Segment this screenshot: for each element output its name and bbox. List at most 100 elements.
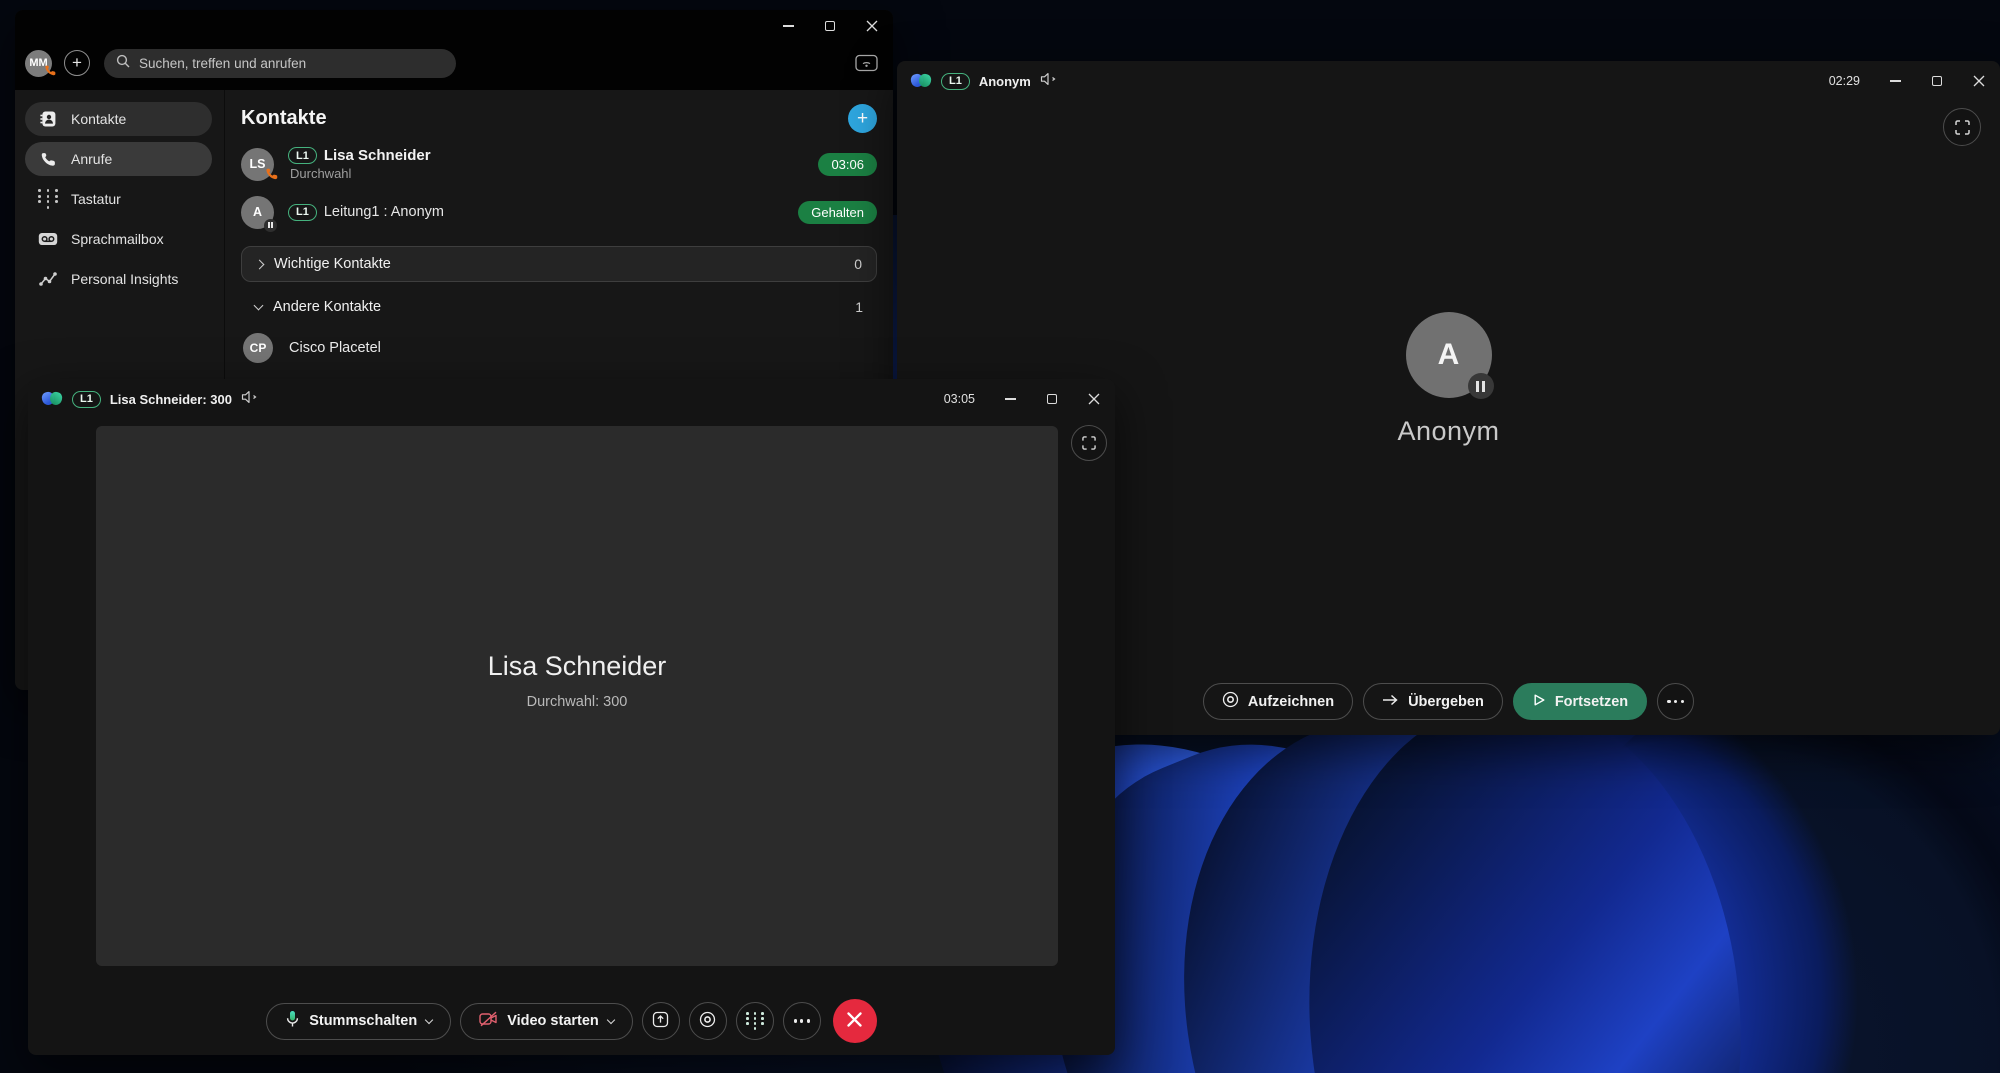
on-call-phone-icon xyxy=(265,167,279,184)
speaker-icon[interactable] xyxy=(1040,72,1059,91)
microphone-icon xyxy=(285,1010,300,1032)
group-wichtige-kontakte[interactable]: Wichtige Kontakte 0 xyxy=(241,246,877,282)
call-window-lisa-schneider: L1 Lisa Schneider: 300 03:05 Lisa Schnei… xyxy=(28,379,1115,1055)
avatar-initial: A xyxy=(1437,338,1460,371)
line-badge: L1 xyxy=(72,390,101,408)
sidebar-item-anrufe[interactable]: Anrufe xyxy=(25,142,212,176)
phone-icon xyxy=(38,151,58,168)
more-options-button[interactable] xyxy=(1657,683,1695,720)
record-button[interactable] xyxy=(688,1002,727,1040)
minimize-button[interactable] xyxy=(1874,65,1916,97)
app-header: MM + xyxy=(15,42,893,84)
minimize-button[interactable] xyxy=(767,10,809,42)
close-button[interactable] xyxy=(851,10,893,42)
sidebar-item-sprachmailbox[interactable]: Sprachmailbox xyxy=(25,222,212,256)
group-count: 1 xyxy=(855,299,863,315)
avatar: LS xyxy=(241,147,278,181)
maximize-button[interactable] xyxy=(809,10,851,42)
call-row-lisa-schneider[interactable]: LS L1 Lisa Schneider Durchwahl 03:06 xyxy=(241,138,877,190)
start-video-button[interactable]: Video starten xyxy=(460,1002,633,1040)
expand-view-button[interactable] xyxy=(1943,108,1981,146)
call-titlebar: L1 Lisa Schneider: 300 03:05 xyxy=(28,379,1115,419)
call-held-badge: Gehalten xyxy=(798,200,877,224)
transfer-button[interactable]: Übergeben xyxy=(1363,683,1503,720)
sidebar-label: Kontakte xyxy=(71,111,127,127)
contact-row-cisco-placetel[interactable]: CP Cisco Placetel xyxy=(241,326,877,370)
close-button[interactable] xyxy=(1073,383,1115,415)
resume-button[interactable]: Fortsetzen xyxy=(1512,683,1648,720)
close-button[interactable] xyxy=(1958,65,2000,97)
play-icon xyxy=(1532,693,1546,711)
chevron-right-icon xyxy=(254,259,265,269)
sidebar-label: Personal Insights xyxy=(71,271,179,287)
record-label: Aufzeichnen xyxy=(1247,693,1335,710)
avatar[interactable]: MM xyxy=(25,49,56,77)
speaker-icon[interactable] xyxy=(241,390,260,409)
mute-button[interactable]: Stummschalten xyxy=(266,1002,452,1040)
sidebar-item-tastatur[interactable]: Tastatur xyxy=(25,182,212,216)
window-title: Anonym xyxy=(978,73,1031,89)
page-title: Kontakte xyxy=(241,106,327,129)
keypad-icon xyxy=(745,1011,765,1031)
connect-to-device-button[interactable] xyxy=(855,54,878,72)
call-info: L1 Leitung1 : Anonym xyxy=(288,203,444,221)
more-options-button[interactable] xyxy=(782,1002,821,1040)
titlebar-left: L1 Anonym xyxy=(909,72,1059,91)
record-button[interactable]: Aufzeichnen xyxy=(1202,683,1354,720)
avatar-initials: CP xyxy=(249,341,267,355)
call-info: L1 Lisa Schneider Durchwahl xyxy=(288,147,431,181)
transfer-label: Übergeben xyxy=(1408,693,1484,710)
record-icon xyxy=(1222,691,1239,712)
desktop: MM + Suchen, treffen und anrufen Kontakt… xyxy=(0,0,2000,1073)
call-controls: Stummschalten Video starten xyxy=(28,999,1115,1043)
camera-off-icon xyxy=(479,1011,498,1031)
share-screen-button[interactable] xyxy=(641,1002,680,1040)
start-video-label: Video starten xyxy=(507,1013,599,1029)
mute-label: Stummschalten xyxy=(309,1013,418,1029)
on-call-phone-icon xyxy=(44,64,57,80)
group-andere-kontakte[interactable]: Andere Kontakte 1 xyxy=(241,292,877,322)
maximize-button[interactable] xyxy=(1916,65,1958,97)
group-label: Wichtige Kontakte xyxy=(274,256,391,272)
on-hold-pause-icon xyxy=(1467,373,1494,399)
contact-name: Leitung1 : Anonym xyxy=(323,204,444,220)
group-count: 0 xyxy=(854,256,862,272)
contacts-header: Kontakte + xyxy=(241,98,877,138)
video-stage: Lisa Schneider Durchwahl: 300 xyxy=(96,426,1058,966)
call-titlebar: L1 Anonym 02:29 xyxy=(897,61,2000,101)
resume-label: Fortsetzen xyxy=(1554,693,1629,710)
end-call-button[interactable] xyxy=(832,999,877,1043)
sidebar-item-kontakte[interactable]: Kontakte xyxy=(25,102,212,136)
sidebar-item-personal-insights[interactable]: Personal Insights xyxy=(25,262,212,296)
window-controls xyxy=(989,383,1115,415)
minimize-button[interactable] xyxy=(989,383,1031,415)
expand-view-button[interactable] xyxy=(1071,425,1107,461)
sidebar-label: Tastatur xyxy=(71,191,121,207)
group-label: Andere Kontakte xyxy=(273,299,382,315)
call-duration-badge: 03:06 xyxy=(818,152,877,176)
line-badge: L1 xyxy=(941,72,970,90)
ellipsis-icon xyxy=(793,1019,811,1023)
main-titlebar xyxy=(15,10,893,42)
chevron-down-icon xyxy=(606,1015,616,1024)
line-badge: L1 xyxy=(288,147,317,164)
search-bar[interactable] xyxy=(104,48,456,78)
participant-avatar: A xyxy=(1405,312,1494,399)
call-row-leitung1-anonym[interactable]: A L1 Leitung1 : Anonym Gehalten xyxy=(241,190,877,234)
arrow-right-icon xyxy=(1382,694,1399,710)
search-input[interactable] xyxy=(139,55,444,71)
search-icon xyxy=(116,54,130,73)
maximize-button[interactable] xyxy=(1031,383,1073,415)
avatar: A xyxy=(241,195,277,232)
end-call-x-icon xyxy=(846,1011,863,1031)
new-action-button[interactable]: + xyxy=(64,50,90,76)
on-hold-pause-icon xyxy=(264,218,277,232)
call-timer: 02:29 xyxy=(1828,74,1860,88)
titlebar-left: L1 Lisa Schneider: 300 xyxy=(40,390,260,409)
stage-subtitle: Durchwahl: 300 xyxy=(526,693,628,710)
webex-logo-icon xyxy=(40,390,64,408)
keypad-button[interactable] xyxy=(735,1002,774,1040)
contact-subtitle: Durchwahl xyxy=(290,166,352,181)
avatar-initials: LS xyxy=(249,157,266,171)
add-contact-button[interactable]: + xyxy=(848,103,877,133)
